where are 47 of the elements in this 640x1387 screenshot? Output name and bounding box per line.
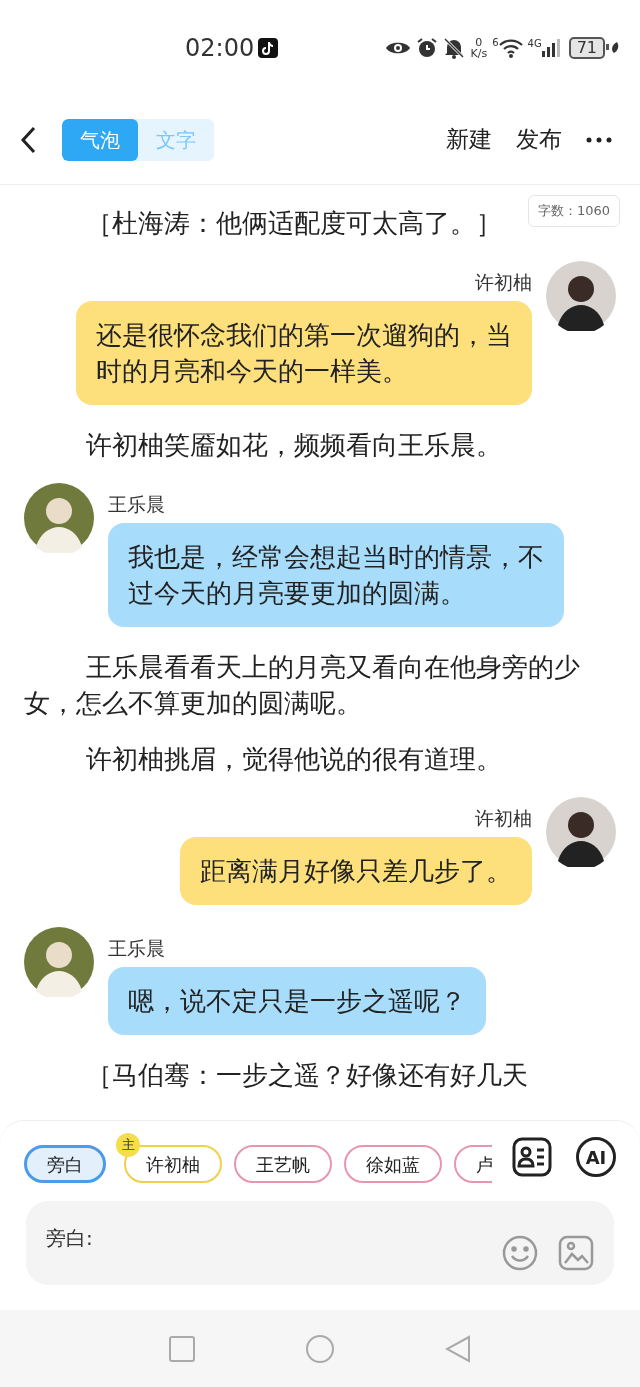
signal-icon bbox=[541, 38, 560, 57]
muted-bell-icon bbox=[443, 36, 466, 59]
more-icon[interactable] bbox=[586, 136, 612, 143]
wifi-label: 6 bbox=[492, 37, 499, 48]
square-nav-icon[interactable] bbox=[169, 1335, 195, 1362]
emoji-icon[interactable] bbox=[502, 1235, 538, 1271]
input-prefix: 旁白: bbox=[46, 1225, 93, 1252]
narration-text: 王乐晨看看天上的月亮又看向在他身旁的少女，怎么不算更加的圆满呢。 bbox=[24, 651, 582, 720]
narration-text: 许初柚挑眉，觉得他说的很有道理。 bbox=[85, 743, 503, 776]
word-count: 字数：1060 bbox=[527, 195, 620, 227]
leaf-icon bbox=[606, 41, 620, 54]
narration-text: 许初柚笑靥如花，频频看向王乐晨。 bbox=[85, 429, 503, 462]
avatar-icon bbox=[546, 261, 616, 331]
chat-bubble: 距离满月好像只差几步了。 bbox=[180, 837, 532, 905]
input-field[interactable]: 旁白: bbox=[26, 1201, 614, 1285]
circle-nav-icon[interactable] bbox=[305, 1333, 335, 1364]
ai-button[interactable]: AI bbox=[576, 1137, 616, 1177]
main-badge: 主 bbox=[116, 1133, 140, 1157]
speaker-name: 许初柚 bbox=[475, 270, 532, 295]
header-action[interactable]: 发布 bbox=[516, 122, 562, 157]
wifi-icon bbox=[498, 37, 523, 58]
avatar-icon bbox=[24, 483, 94, 553]
character-chip[interactable]: 王艺帆 bbox=[234, 1145, 332, 1183]
speaker-name: 许初柚 bbox=[475, 806, 532, 831]
chat-bubble: 还是很怀念我们的第一次遛狗的，当时的月亮和今天的一样美。 bbox=[76, 301, 532, 405]
character-chip[interactable]: 旁白 bbox=[24, 1145, 106, 1183]
chat-bubble: 我也是，经常会想起当时的情景，不过今天的月亮要更加的圆满。 bbox=[108, 523, 564, 627]
speed-unit: K/s bbox=[470, 47, 488, 59]
network-label: 4G bbox=[527, 38, 542, 49]
clock: 02:00 bbox=[185, 32, 255, 64]
chat-bubble: 嗯，说不定只是一步之遥呢？ bbox=[108, 967, 486, 1035]
header-action[interactable]: 新建 bbox=[446, 122, 492, 157]
back-icon[interactable] bbox=[20, 125, 38, 154]
alarm-icon bbox=[416, 36, 439, 59]
battery-level: 71 bbox=[568, 36, 605, 59]
speaker-name: 王乐晨 bbox=[108, 492, 165, 517]
image-icon[interactable] bbox=[558, 1235, 594, 1271]
speaker-name: 王乐晨 bbox=[108, 936, 165, 961]
speed-value: 0 bbox=[475, 36, 483, 48]
narration-text: ［马伯骞：一步之遥？好像还有好几天 bbox=[85, 1059, 529, 1092]
narration-text: ［杜海涛：他俩适配度可太高了。］ bbox=[85, 207, 503, 240]
avatar-icon bbox=[24, 927, 94, 997]
back-nav-icon[interactable] bbox=[445, 1334, 471, 1363]
contact-card-icon[interactable] bbox=[512, 1137, 552, 1177]
character-chip[interactable]: 徐如蓝 bbox=[344, 1145, 442, 1183]
avatar-icon bbox=[546, 797, 616, 867]
music-app-icon bbox=[258, 37, 279, 58]
